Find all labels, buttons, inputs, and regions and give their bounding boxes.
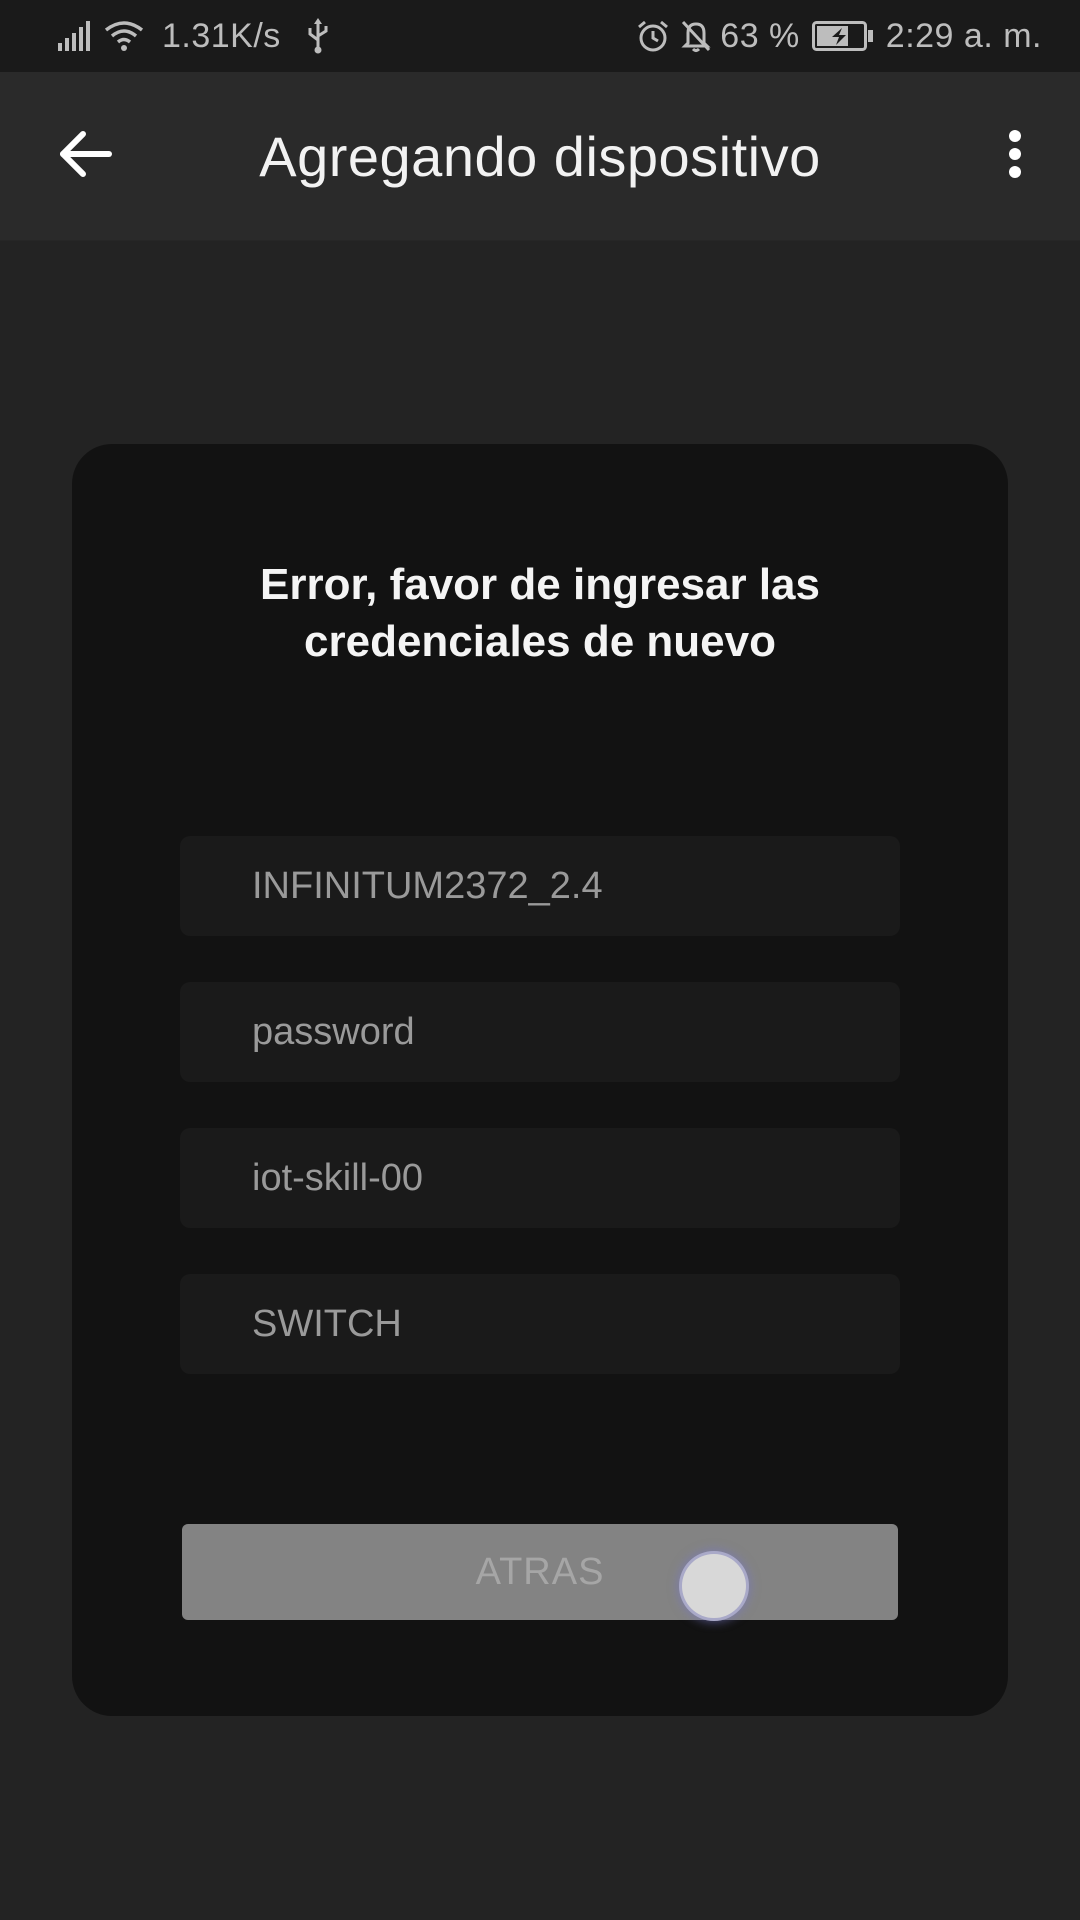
status-bar-right: 63 % 2:29 a. m. (636, 0, 1042, 72)
device-id-value: iot-skill-00 (252, 1156, 424, 1199)
device-type-value: SWITCH (252, 1302, 402, 1345)
battery-percent: 63 % (720, 16, 800, 55)
signal-icon (58, 21, 92, 51)
status-bar: 1.31K/s 63 % 2:29 a. m. (0, 0, 1080, 72)
usb-icon (305, 18, 331, 54)
wifi-icon (104, 20, 144, 52)
device-type-field[interactable]: SWITCH (180, 1274, 900, 1374)
clock: 2:29 a. m. (885, 16, 1042, 55)
touch-indicator (682, 1554, 746, 1618)
credentials-card: Error, favor de ingresar las credenciale… (72, 444, 1008, 1716)
device-id-field[interactable]: iot-skill-00 (180, 1128, 900, 1228)
status-bar-left: 1.31K/s (58, 0, 331, 72)
alarm-icon (636, 19, 670, 53)
app-bar: Agregando dispositivo (0, 72, 1080, 241)
back-atras-button[interactable]: ATRAS (182, 1524, 898, 1620)
screen: 1.31K/s 63 % 2:29 a. m. Agregando dispos… (0, 0, 1080, 1920)
overflow-menu-button[interactable] (980, 112, 1050, 196)
more-vert-icon (1007, 129, 1023, 179)
password-field[interactable]: password (180, 982, 900, 1082)
net-speed: 1.31K/s (162, 16, 281, 55)
page-title: Agregando dispositivo (259, 125, 821, 188)
error-message: Error, favor de ingresar las credenciale… (259, 560, 821, 666)
atras-button-label: ATRAS (475, 1550, 605, 1593)
password-placeholder: password (252, 1010, 415, 1053)
bell-off-icon (680, 19, 712, 53)
battery-charging-icon (811, 21, 874, 51)
wifi-ssid-value: INFINITUM2372_2.4 (252, 864, 603, 907)
wifi-ssid-field[interactable]: INFINITUM2372_2.4 (180, 836, 900, 936)
